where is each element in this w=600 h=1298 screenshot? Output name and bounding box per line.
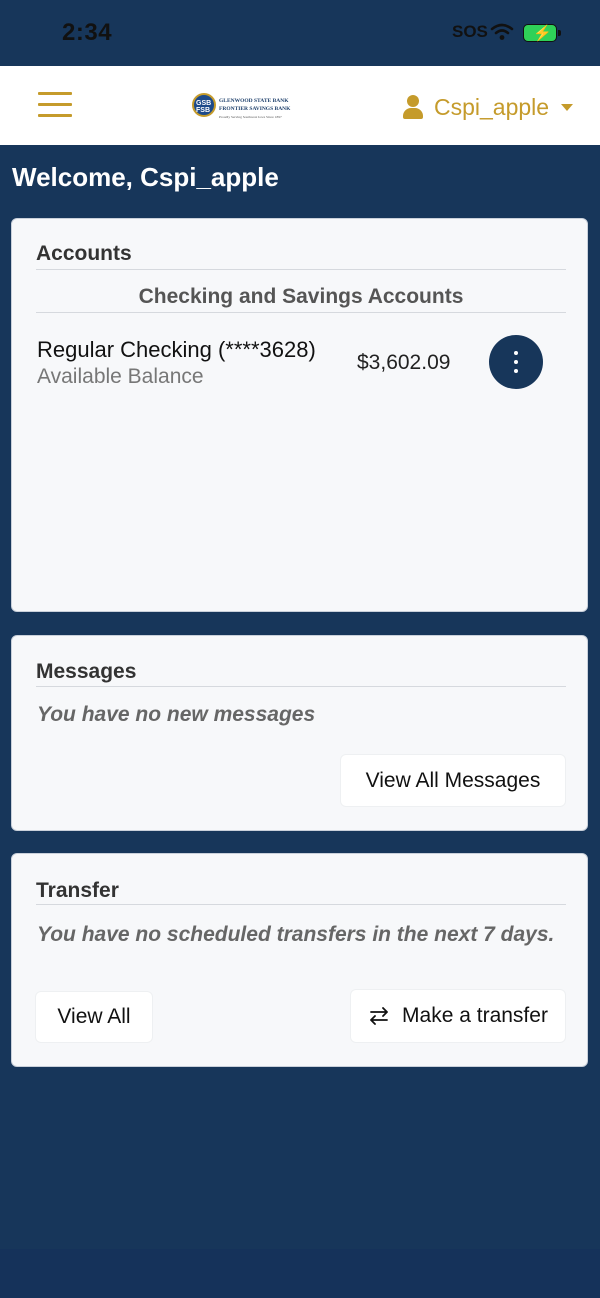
accounts-title: Accounts [36,242,132,265]
hamburger-icon[interactable] [38,90,72,120]
transfer-title: Transfer [36,879,119,902]
bottom-bar [0,1249,600,1298]
status-bar: 2:34 SOS ⚡ [0,0,600,66]
user-icon [402,95,424,119]
kebab-icon [514,351,518,373]
user-name: Cspi_apple [434,93,550,120]
make-transfer-label: Make a transfer [402,1004,548,1027]
messages-title: Messages [36,660,137,683]
divider [36,269,566,270]
user-menu[interactable]: Cspi_apple [402,93,574,121]
divider [36,686,566,687]
account-options-button[interactable] [489,335,543,389]
welcome-heading: Welcome, Cspi_apple [12,162,279,192]
transfer-card: Transfer You have no scheduled transfers… [11,853,588,1067]
status-carrier: SOS [452,22,488,41]
accounts-card: Accounts Checking and Savings Accounts R… [11,218,588,612]
account-balance: $3,602.09 [357,351,451,374]
bank-logo: GSB FSB GLENWOOD STATE BANK FRONTIER SAV… [192,93,290,119]
accounts-subheading: Checking and Savings Accounts [138,285,464,308]
account-name[interactable]: Regular Checking (****3628) [37,337,316,363]
view-all-transfers-button[interactable]: View All [36,992,152,1042]
battery-icon: ⚡ [523,24,561,42]
view-all-messages-button[interactable]: View All Messages [341,755,565,806]
wifi-icon [490,23,514,40]
logo-line-1: GLENWOOD STATE BANK [219,98,289,104]
divider [36,904,566,905]
messages-card: Messages You have no new messages View A… [11,635,588,831]
status-time: 2:34 [62,19,113,46]
account-balance-label: Available Balance [37,365,204,388]
logo-line-2: FRONTIER SAVINGS BANK [219,106,291,112]
messages-empty-text: You have no new messages [37,703,316,726]
transfer-empty-text: You have no scheduled transfers in the n… [37,923,555,946]
make-transfer-button[interactable]: Make a transfer [351,990,565,1042]
transfer-arrows-icon [370,1007,388,1025]
logo-badge: GSB FSB [192,93,216,117]
app-header: GSB FSB GLENWOOD STATE BANK FRONTIER SAV… [0,66,600,145]
caret-down-icon [561,103,574,111]
divider [36,312,566,313]
logo-line-3: Proudly Serving Southwest Iowa Since 189… [219,115,282,119]
